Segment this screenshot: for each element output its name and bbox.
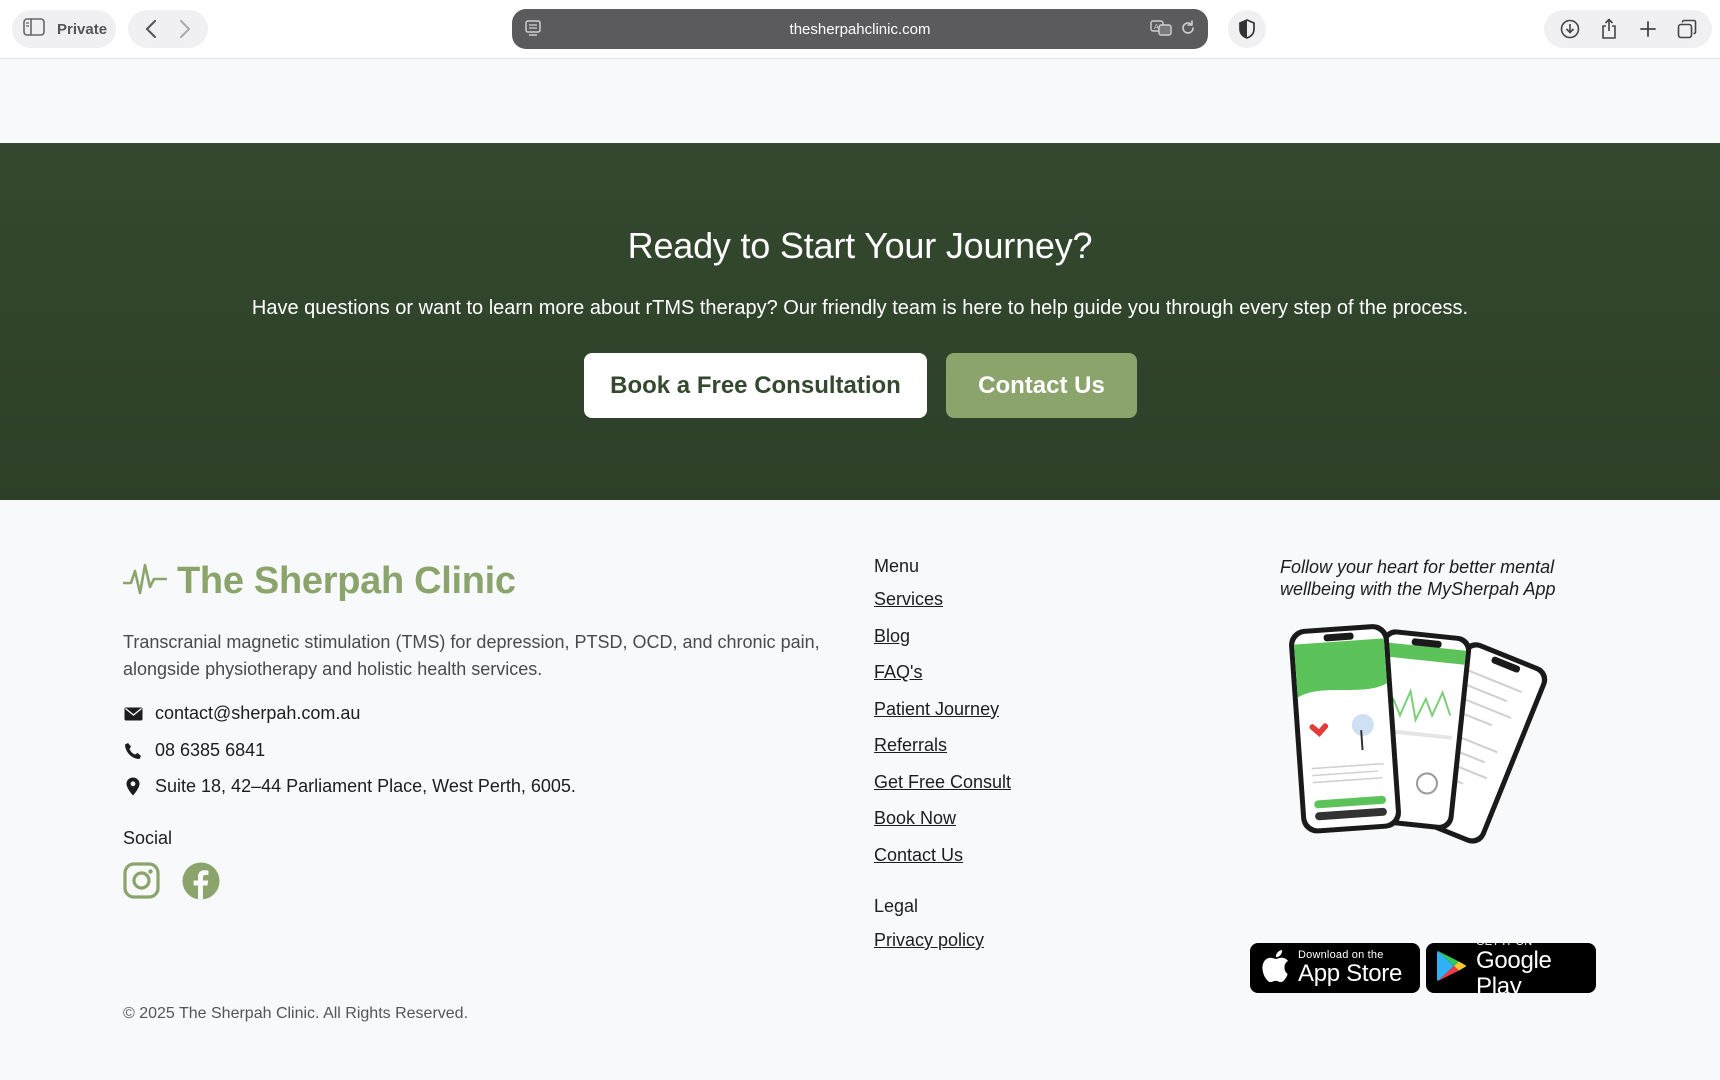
email-row[interactable]: contact@sherpah.com.au [123, 703, 360, 724]
menu-link-referrals[interactable]: Referrals [874, 734, 1011, 771]
google-play-big-text: Google Play [1476, 947, 1552, 1000]
tabs-icon [1677, 19, 1696, 39]
brand-name: The Sherpah Clinic [177, 560, 516, 602]
share-button[interactable] [1592, 14, 1626, 44]
app-store-badge[interactable]: Download on the App Store [1250, 943, 1420, 993]
footer-menu: Menu Services Blog FAQ's Patient Journey… [874, 556, 1011, 880]
app-screenshots-image: 20 [1278, 618, 1578, 858]
share-icon [1601, 18, 1616, 39]
app-tagline: Follow your heart for better mental well… [1280, 557, 1556, 599]
cta-subtitle: Have questions or want to learn more abo… [251, 297, 1469, 319]
cta-section: Ready to Start Your Journey? Have questi… [0, 143, 1720, 500]
page-menu-icon[interactable] [525, 20, 541, 42]
menu-link-contact-us[interactable]: Contact Us [874, 844, 1011, 881]
cta-title: Ready to Start Your Journey? [627, 225, 1093, 266]
menu-link-get-free-consult[interactable]: Get Free Consult [874, 771, 1011, 808]
browser-toolbar: Private thesherpahclinic.com A [0, 0, 1720, 59]
menu-link-faqs[interactable]: FAQ's [874, 661, 1011, 698]
location-pin-icon [123, 777, 143, 796]
chevron-right-icon [180, 20, 190, 38]
menu-link-patient-journey[interactable]: Patient Journey [874, 698, 1011, 735]
phone-icon [123, 742, 143, 760]
shield-icon [1239, 19, 1255, 39]
phone-row[interactable]: 08 6385 6841 [123, 740, 265, 761]
plus-icon [1639, 21, 1656, 37]
legal-heading: Legal [874, 896, 919, 916]
apple-icon [1260, 949, 1290, 988]
book-consultation-button[interactable]: Book a Free Consultation [584, 353, 927, 418]
privacy-report-button[interactable] [1228, 10, 1266, 48]
privacy-policy-link[interactable]: Privacy policy [874, 930, 984, 951]
address-row: Suite 18, 42–44 Parliament Place, West P… [123, 776, 576, 797]
social-links [123, 862, 220, 905]
google-play-badge[interactable]: GET IT ON Google Play [1426, 936, 1596, 1000]
app-promo: Follow your heart for better mental well… [1250, 556, 1596, 1000]
private-label: Private [57, 20, 108, 38]
navigation-group [128, 10, 208, 48]
clinic-description: Transcranial magnetic stimulation (TMS) … [123, 632, 820, 679]
social-heading: Social [123, 828, 173, 848]
downloads-button[interactable] [1553, 14, 1587, 44]
phone-text[interactable]: 08 6385 6841 [155, 740, 265, 761]
tab-overview-button[interactable] [1670, 14, 1704, 44]
chevron-left-icon [146, 20, 156, 38]
reload-icon[interactable] [1180, 20, 1196, 40]
address-text: Suite 18, 42–44 Parliament Place, West P… [155, 776, 576, 796]
svg-text:A: A [1154, 23, 1159, 31]
footer-logo[interactable]: The Sherpah Clinic [122, 560, 516, 603]
forward-button[interactable] [168, 14, 202, 44]
mail-icon [123, 707, 143, 721]
menu-link-services[interactable]: Services [874, 588, 1011, 625]
site-footer: The Sherpah Clinic Transcranial magnetic… [0, 500, 1720, 1080]
menu-link-blog[interactable]: Blog [874, 625, 1011, 662]
contact-us-button[interactable]: Contact Us [946, 353, 1137, 418]
menu-link-book-now[interactable]: Book Now [874, 807, 1011, 844]
url-text: thesherpahclinic.com [789, 20, 931, 38]
instagram-icon[interactable] [123, 862, 160, 905]
menu-heading: Menu [874, 556, 920, 576]
google-play-icon [1436, 949, 1468, 988]
toolbar-actions [1544, 10, 1712, 48]
copyright-text: © 2025 The Sherpah Clinic. All Rights Re… [123, 1005, 469, 1022]
facebook-icon[interactable] [182, 862, 220, 905]
store-badges: Download on the App Store GET IT ON Goog… [1250, 936, 1596, 1000]
sidebar-toggle-button[interactable]: Private [12, 10, 116, 48]
address-bar[interactable]: thesherpahclinic.com A [512, 9, 1208, 49]
new-tab-button[interactable] [1631, 14, 1665, 44]
sidebar-icon [23, 17, 45, 41]
email-text[interactable]: contact@sherpah.com.au [155, 703, 360, 724]
app-store-big-text: App Store [1298, 960, 1403, 987]
back-button[interactable] [134, 14, 168, 44]
translate-icon[interactable]: A [1150, 20, 1172, 40]
download-icon [1560, 19, 1579, 39]
heartbeat-logo-icon [122, 561, 168, 602]
